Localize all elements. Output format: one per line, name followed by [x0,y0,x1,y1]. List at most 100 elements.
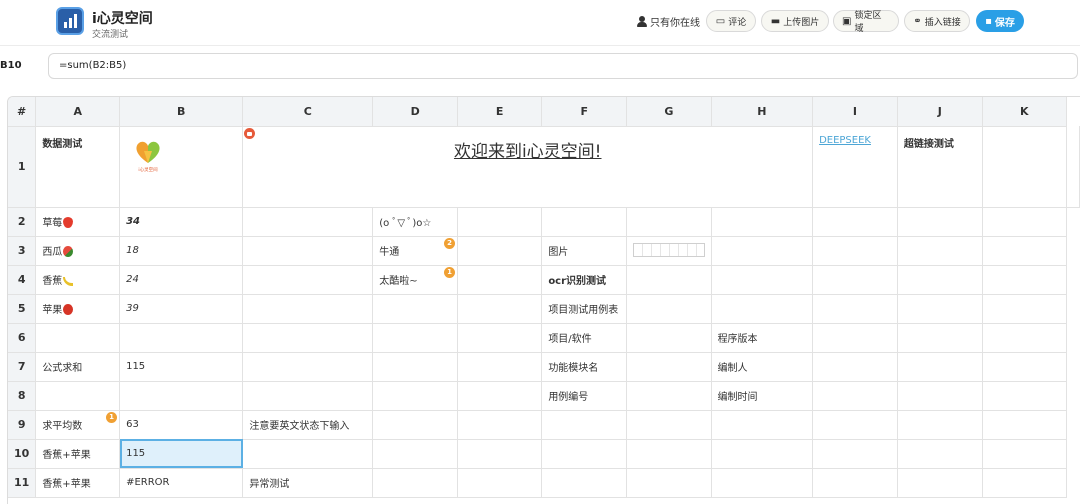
column-header[interactable]: A [35,97,121,127]
comment-button[interactable]: ▭ 评论 [706,10,756,32]
cell-I9[interactable] [812,410,898,440]
cell-D9[interactable] [372,410,459,440]
cell-I5[interactable] [812,294,898,324]
cell-F6[interactable]: 项目/软件 [541,323,628,353]
cell-F10[interactable] [541,439,628,469]
cell-E2[interactable] [457,207,543,237]
cell-F4[interactable]: ocr识别测试 [541,265,628,295]
comment-count-badge[interactable]: 1 [106,411,118,423]
cell-I4[interactable] [812,265,898,295]
cell-B1[interactable]: i心灵空间 [119,126,244,208]
row-header[interactable]: 2 [8,207,37,237]
column-header[interactable]: B [119,97,244,127]
cell-B8[interactable] [119,381,244,411]
cell-F2[interactable] [541,207,628,237]
cell-I7[interactable] [812,352,898,382]
cell-K10[interactable] [982,439,1068,469]
cell-E8[interactable] [457,381,543,411]
cell-G9[interactable] [626,410,712,440]
cell-H4[interactable] [711,265,814,295]
cell-D2[interactable]: (o ﾟ▽ ﾟ)o☆ [372,207,459,237]
cell-A4[interactable]: 香蕉 [35,265,121,295]
cell-G11[interactable] [626,468,712,498]
cell-A1[interactable]: 数据测试 [35,126,121,208]
cell-H3[interactable] [711,236,814,266]
cell-J1[interactable] [982,126,1068,208]
cell-B5[interactable]: 39 [119,294,244,324]
lock-area-button[interactable]: ▣ 锁定区域 [833,10,899,34]
cell-A10[interactable]: 香蕉+苹果 [35,439,121,469]
cell-B11[interactable]: #ERROR [119,468,244,498]
column-header[interactable]: D [372,97,459,127]
cell-E4[interactable] [457,265,543,295]
cell-I3[interactable] [812,236,898,266]
cell-A9[interactable]: 求平均数 1 [35,410,121,440]
cell-E11[interactable] [457,468,543,498]
row-header[interactable]: 7 [8,352,37,382]
cell-J2[interactable] [897,207,983,237]
cell-G2[interactable] [626,207,712,237]
row-header[interactable]: 3 [8,236,37,266]
cell-C6[interactable] [242,323,374,353]
row-header[interactable]: 5 [8,294,37,324]
cell-H2[interactable] [711,207,814,237]
cell-K8[interactable] [982,381,1068,411]
cell-A8[interactable] [35,381,121,411]
cell-K7[interactable] [982,352,1068,382]
cell-K3[interactable] [982,236,1068,266]
cell-D4[interactable]: 太酷啦~ 1 [372,265,459,295]
cell-C5[interactable] [242,294,374,324]
cell-C2[interactable] [242,207,374,237]
cell-K4[interactable] [982,265,1068,295]
cell-I8[interactable] [812,381,898,411]
cell-A5[interactable]: 苹果 [35,294,121,324]
cell-H5[interactable] [711,294,814,324]
cell-K1[interactable] [1066,126,1080,208]
deepseek-link[interactable]: DEEPSEEK [819,135,871,146]
cell-J11[interactable] [897,468,983,498]
cell-H9[interactable] [711,410,814,440]
cell-H10[interactable] [711,439,814,469]
image-thumbnail-icon[interactable] [633,242,706,257]
row-header[interactable]: 4 [8,265,37,295]
cell-J8[interactable] [897,381,983,411]
cell-A11[interactable]: 香蕉+苹果 [35,468,121,498]
cell-A7[interactable]: 公式求和 [35,352,121,382]
cell-K11[interactable] [982,468,1068,498]
cell-F5[interactable]: 项目测试用例表 [541,294,628,324]
cell-K5[interactable] [982,294,1068,324]
cell-D7[interactable] [372,352,459,382]
row-header[interactable]: 1 [8,126,37,208]
column-header[interactable]: J [897,97,983,127]
cell-E6[interactable] [457,323,543,353]
column-header[interactable]: G [626,97,712,127]
cell-D6[interactable] [372,323,459,353]
cell-A3[interactable]: 西瓜 [35,236,121,266]
column-header[interactable]: C [242,97,374,127]
cell-B4[interactable]: 24 [119,265,244,295]
cell-B3[interactable]: 18 [119,236,244,266]
cell-I10[interactable] [812,439,898,469]
cell-F9[interactable] [541,410,628,440]
column-header[interactable]: F [541,97,628,127]
cell-C7[interactable] [242,352,374,382]
column-header[interactable]: H [711,97,814,127]
row-header[interactable]: 11 [8,468,37,498]
column-header[interactable]: K [982,97,1068,127]
cell-D11[interactable] [372,468,459,498]
cell-C1-merged[interactable]: 欢迎来到i心灵空间! [242,126,814,208]
cell-E9[interactable] [457,410,543,440]
formula-input[interactable]: =sum(B2:B5) [48,53,1078,79]
cell-J5[interactable] [897,294,983,324]
cell-J4[interactable] [897,265,983,295]
cell-A6[interactable] [35,323,121,353]
cell-G5[interactable] [626,294,712,324]
cell-D5[interactable] [372,294,459,324]
corner-header[interactable]: # [8,97,37,127]
row-header[interactable]: 8 [8,381,37,411]
cell-C10[interactable] [242,439,374,469]
cell-K6[interactable] [982,323,1068,353]
cell-E3[interactable] [457,236,543,266]
cell-J7[interactable] [897,352,983,382]
cell-G6[interactable] [626,323,712,353]
